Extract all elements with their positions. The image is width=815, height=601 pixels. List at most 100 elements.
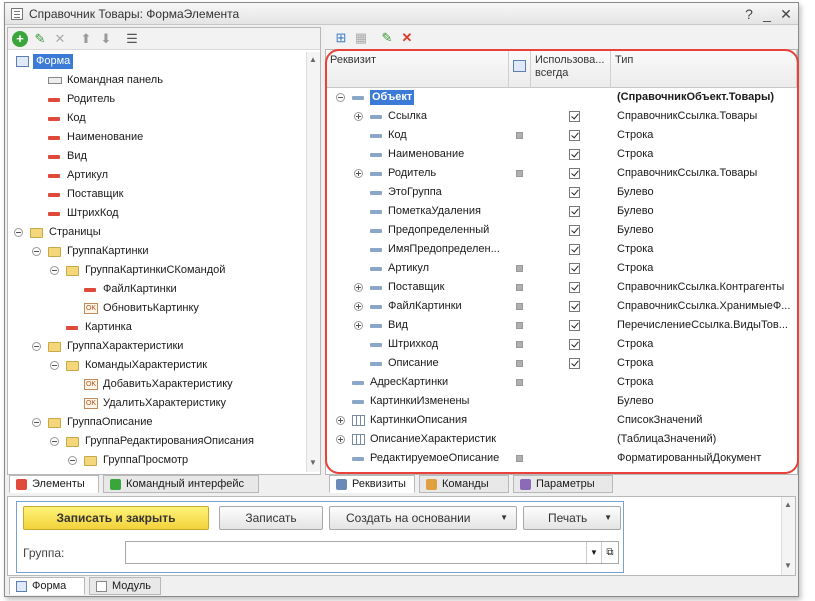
edit-attribute-icon[interactable]: ✎ [379,30,395,46]
minimize-icon[interactable]: _ [758,5,776,23]
tab-elements-label: Элементы [32,478,85,490]
group-field[interactable]: ▼ ⧉ [125,541,619,564]
tree-item[interactable]: ШтрихКод [8,204,306,223]
tree-item-label: Командная панель [67,74,163,86]
tab-form[interactable]: Форма [9,577,85,595]
tab-module[interactable]: Модуль [89,577,161,595]
collapse-icon[interactable] [32,418,41,427]
tree-item[interactable]: Форма [8,52,306,71]
tree-item[interactable]: Вид [8,147,306,166]
attributes-tab-icon [336,479,347,490]
print-button[interactable]: Печать ▼ [523,506,621,530]
tab-attributes-label: Реквизиты [352,478,406,490]
form-tab-icon [16,581,27,592]
more-actions-icon[interactable]: ☰ [124,31,140,47]
delete-attribute-icon[interactable]: ✕ [399,30,415,46]
tree-item[interactable]: КомандыХарактеристик [8,356,306,375]
form-preview: Записать и закрыть Записать Создать на о… [7,496,796,576]
tree-item[interactable]: ФайлКартинки [8,280,306,299]
tree-item[interactable]: ГруппаХарактеристики [8,337,306,356]
tree-item[interactable]: ГруппаКартинки [8,242,306,261]
tree-item[interactable]: OK ДобавитьХарактеристику [8,375,306,394]
tree-item[interactable]: Поставщик [8,185,306,204]
save-button[interactable]: Записать [219,506,323,530]
group-label: Группа: [23,546,65,560]
edit-icon[interactable]: ✎ [32,31,48,47]
tree-item-label: Форма [33,54,74,69]
tree-item[interactable]: Родитель [8,90,306,109]
tree-item[interactable]: Код [8,109,306,128]
tab-parameters[interactable]: Параметры [513,475,613,493]
collapse-icon[interactable] [68,456,77,465]
field-icon [66,326,78,330]
folder-icon [30,228,43,238]
elements-tab-icon [16,479,27,490]
scroll-up-icon[interactable]: ▲ [309,55,317,64]
create-based-on-button[interactable]: Создать на основании ▼ [329,506,517,530]
field-icon [84,288,96,292]
collapse-icon[interactable] [14,228,23,237]
move-down-icon[interactable]: ⬇ [98,31,114,47]
tree-item[interactable]: OK ОбновитьКартинку [8,299,306,318]
form-window-icon [11,8,23,20]
tree-item-label: ГруппаХарактеристики [67,340,184,352]
chevron-down-icon: ▼ [500,513,508,522]
tree-item[interactable]: Страницы [8,223,306,242]
tree-item[interactable]: Командная панель [8,71,306,90]
collapse-icon[interactable] [32,342,41,351]
tree-item-label: ГруппаКартинкиСКомандой [85,264,226,276]
tree-item[interactable]: ГруппаРедактированияОписания [8,432,306,451]
preview-scrollbar[interactable]: ▲ ▼ [781,497,795,575]
tab-attributes[interactable]: Реквизиты [329,475,415,493]
ok-button-icon: OK [84,303,98,314]
form-icon [16,56,29,67]
close-icon[interactable]: ✕ [777,5,795,23]
field-icon [48,117,60,121]
tree-item[interactable]: Наименование [8,128,306,147]
help-icon[interactable]: ? [740,5,758,23]
add-column-icon[interactable]: ▦ [353,30,369,46]
tree-item[interactable]: ГруппаКартинкиСКомандой [8,261,306,280]
move-up-icon[interactable]: ⬆ [78,31,94,47]
tree-scrollbar[interactable]: ▲ ▼ [306,52,320,472]
preview-form-frame: Записать и закрыть Записать Создать на о… [16,501,624,573]
tab-parameters-label: Параметры [536,478,595,490]
tree-item-label: Артикул [67,169,109,181]
add-icon[interactable]: + [12,31,28,47]
add-attribute-icon[interactable]: ⊞ [333,30,349,46]
tree-item-label: ГруппаПросмотр [103,454,189,466]
scroll-down-icon[interactable]: ▼ [309,458,317,467]
elements-panel: + ✎ ✕ ⬆ ⬇ ☰ Форма Командная панель Родител… [7,27,321,475]
tree-item-label: Поставщик [67,188,124,200]
tab-elements[interactable]: Элементы [9,475,99,493]
folder-icon [84,456,97,466]
tree-item[interactable]: ГруппаПросмотр [8,451,306,470]
folder-icon [66,361,79,371]
field-icon [48,136,60,140]
tree-item-label: ШтрихКод [67,207,119,219]
field-icon [48,174,60,178]
dropdown-icon[interactable]: ▼ [586,542,601,563]
collapse-icon[interactable] [50,266,59,275]
collapse-icon[interactable] [32,247,41,256]
designer-window: Справочник Товары: ФормаЭлемента ? _ ✕ +… [4,2,799,597]
scroll-up-icon[interactable]: ▲ [784,500,792,509]
commands-tab-icon [426,479,437,490]
tab-command-interface[interactable]: Командный интерфейс [103,475,259,493]
ok-button-icon: OK [84,379,98,390]
tree-item[interactable]: Картинка [8,318,306,337]
scroll-down-icon[interactable]: ▼ [784,561,792,570]
tree-item[interactable]: OK УдалитьХарактеристику [8,394,306,413]
field-icon [48,193,60,197]
collapse-icon[interactable] [50,437,59,446]
collapse-icon[interactable] [50,361,59,370]
save-and-close-button[interactable]: Записать и закрыть [23,506,209,530]
tab-module-label: Модуль [112,580,151,592]
tab-commands[interactable]: Команды [419,475,509,493]
field-icon [48,212,60,216]
tree-item[interactable]: Артикул [8,166,306,185]
create-based-on-label: Создать на основании [346,511,471,525]
open-icon[interactable]: ⧉ [601,542,618,563]
tree-item[interactable]: ГруппаОписание [8,413,306,432]
delete-icon[interactable]: ✕ [52,31,68,47]
